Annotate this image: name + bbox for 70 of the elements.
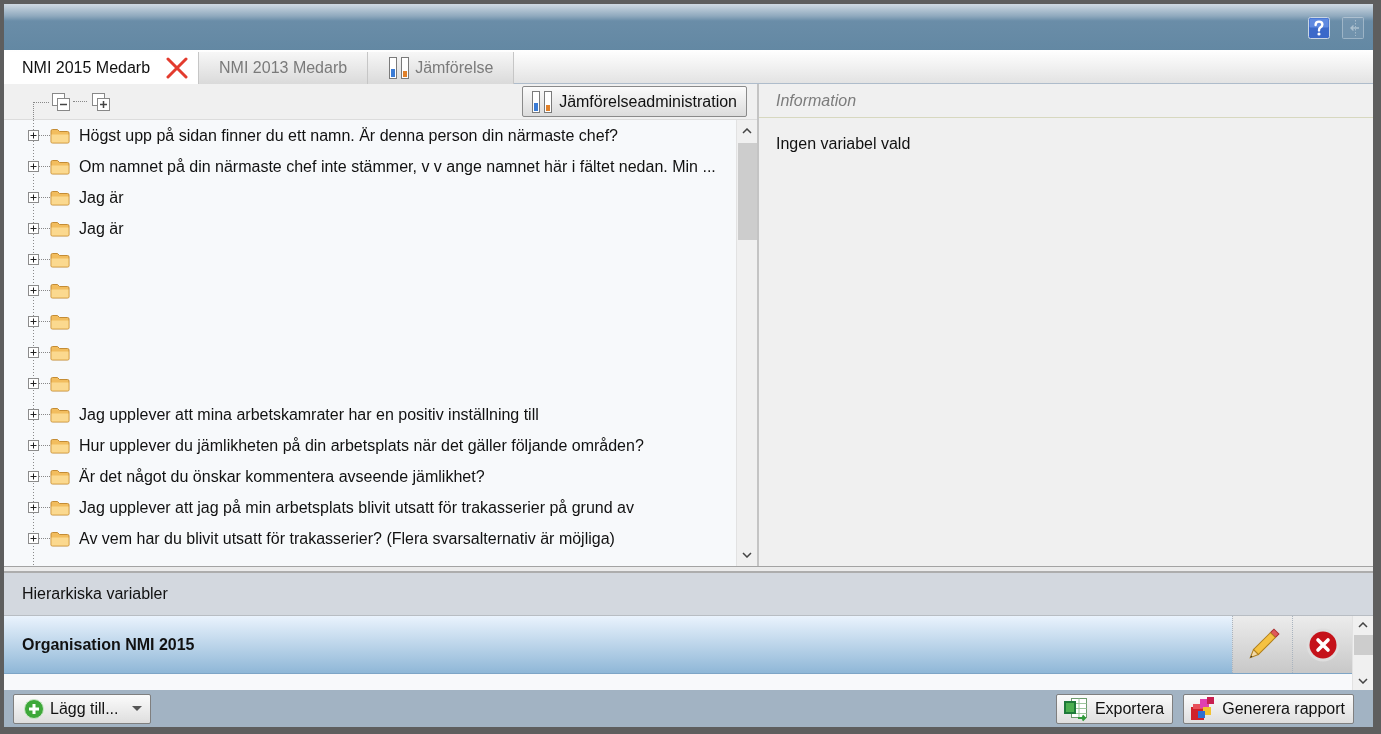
- folder-icon: [50, 127, 70, 144]
- expand-icon[interactable]: [28, 316, 39, 327]
- folder-icon: [50, 158, 70, 175]
- chevron-up-icon[interactable]: [742, 128, 752, 134]
- tab[interactable]: Jämförelse: [368, 52, 515, 84]
- folder-icon: [50, 344, 70, 361]
- blocks-icon: [1190, 695, 1217, 722]
- list-row[interactable]: Organisation NMI 2015: [4, 616, 1352, 674]
- tubes-icon: [531, 89, 554, 114]
- spreadsheet-icon: [1062, 695, 1089, 722]
- toolbar-button[interactable]: Exportera: [1055, 693, 1174, 724]
- folder-icon: [50, 468, 70, 485]
- tree-item[interactable]: Är det något du önskar kommentera avseende jämlikhet?: [79, 467, 485, 486]
- expand-icon[interactable]: [28, 502, 39, 513]
- tree-item[interactable]: Jag upplever att mina arbetskamrater har en positiv inställning till: [79, 405, 539, 424]
- scrollbar[interactable]: [736, 120, 757, 566]
- tab[interactable]: NMI 2015 Medarb: [4, 52, 200, 84]
- expand-icon[interactable]: [28, 409, 39, 420]
- chevron-down-icon[interactable]: [742, 552, 752, 558]
- folder-icon: [50, 282, 70, 299]
- folder-icon: [50, 220, 70, 237]
- delete-icon: [1305, 627, 1340, 662]
- expand-icon[interactable]: [28, 378, 39, 389]
- tree-item[interactable]: Jag upplever att jag på min arbetsplats blivit utsatt för trakasserier på grund av: [79, 498, 634, 517]
- expand-icon[interactable]: [28, 440, 39, 451]
- folder-icon: [50, 189, 70, 206]
- tree-item[interactable]: Jag är: [79, 188, 124, 207]
- chevron-up-icon[interactable]: [1358, 622, 1368, 628]
- scrollbar-thumb[interactable]: [737, 143, 757, 240]
- section-title: Hierarkiska variabler: [22, 585, 168, 603]
- toolbar-button[interactable]: Generera rapport: [1183, 693, 1354, 724]
- expand-icon[interactable]: [28, 161, 39, 172]
- tree-item[interactable]: Högst upp på sidan finner du ett namn. Är denna person din närmaste chef?: [79, 126, 618, 145]
- tree-item[interactable]: Av vem har du blivit utsatt för trakasserier? (Flera svarsalternativ är möjliga): [79, 529, 615, 548]
- expand-icon[interactable]: [28, 254, 39, 265]
- folder-icon: [50, 499, 70, 516]
- chevron-down-icon[interactable]: [1358, 678, 1368, 684]
- add-icon: [24, 698, 44, 719]
- scrollbar[interactable]: [1352, 616, 1373, 690]
- tab[interactable]: NMI 2013 Medarb: [199, 52, 369, 84]
- panel-title: Information: [776, 91, 857, 110]
- expand-icon[interactable]: [28, 347, 39, 358]
- expand-all-icon[interactable]: [91, 91, 111, 112]
- folder-icon: [50, 313, 70, 330]
- delete-button[interactable]: [1292, 616, 1352, 673]
- folder-icon: [50, 375, 70, 392]
- comparison-admin-button[interactable]: Jämförelseadministration: [522, 86, 747, 117]
- expand-icon[interactable]: [28, 192, 39, 203]
- expand-icon[interactable]: [28, 223, 39, 234]
- tree-item[interactable]: Jag är: [79, 219, 124, 238]
- scrollbar-thumb[interactable]: [1353, 635, 1373, 655]
- expand-icon[interactable]: [28, 130, 39, 141]
- folder-icon: [50, 251, 70, 268]
- help-icon[interactable]: [1308, 17, 1330, 39]
- tree-item[interactable]: Om namnet på din närmaste chef inte stämmer, v v ange namnet här i fältet nedan. Min ...: [79, 157, 716, 176]
- info-message: Ingen variabel vald: [776, 135, 912, 153]
- collapse-all-icon[interactable]: [51, 91, 71, 112]
- folder-icon: [50, 437, 70, 454]
- add-button[interactable]: Lägg till...: [13, 693, 152, 724]
- close-icon[interactable]: [166, 57, 189, 79]
- expand-icon[interactable]: [28, 533, 39, 544]
- edit-button[interactable]: [1232, 616, 1292, 673]
- expand-icon[interactable]: [28, 471, 39, 482]
- folder-icon: [50, 530, 70, 547]
- caret-icon: [132, 706, 143, 711]
- folder-icon: [50, 406, 70, 423]
- expand-icon[interactable]: [28, 285, 39, 296]
- tree-item[interactable]: Hur upplever du jämlikheten på din arbetsplats när det gäller följande områden?: [79, 436, 644, 455]
- row-label: Organisation NMI 2015: [21, 634, 196, 655]
- tubes-icon: [388, 56, 411, 80]
